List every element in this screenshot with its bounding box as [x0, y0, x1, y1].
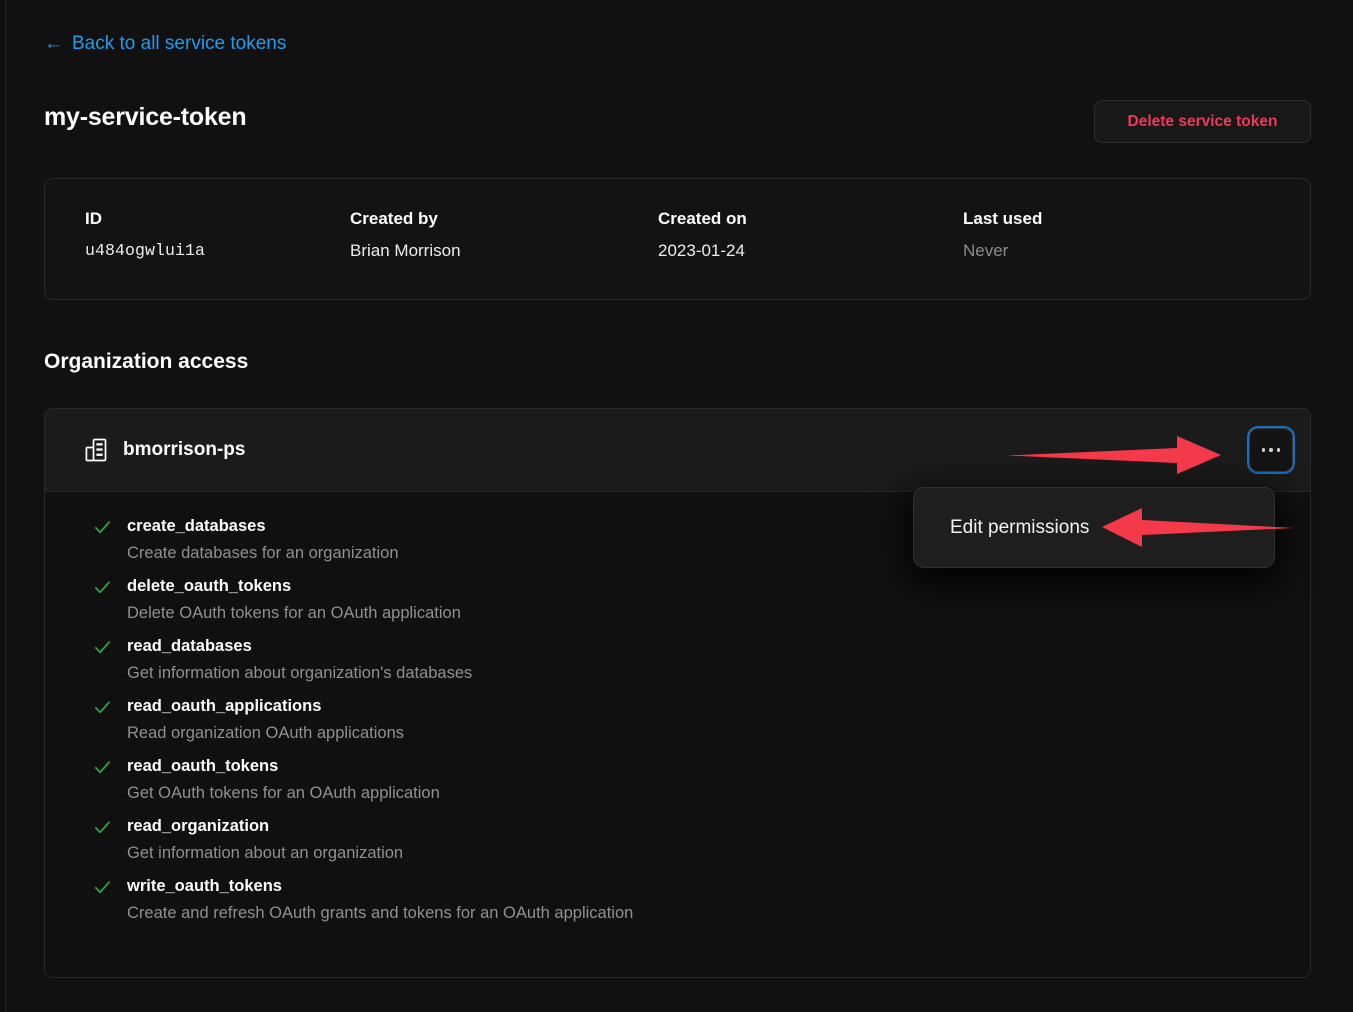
- permission-row: read_oauth_applications Read organization…: [45, 695, 1310, 755]
- page-title: my-service-token: [44, 103, 247, 131]
- more-options-button[interactable]: [1249, 428, 1293, 472]
- permission-row: delete_oauth_tokens Delete OAuth tokens f…: [45, 575, 1310, 635]
- permission-description: Create databases for an organization: [127, 544, 399, 562]
- info-field-created-by: Created by Brian Morrison: [350, 179, 658, 299]
- menu-item-edit-permissions[interactable]: Edit permissions: [914, 518, 1089, 537]
- back-to-all-service-tokens-link[interactable]: ← Back to all service tokens: [44, 34, 286, 53]
- token-info-card: ID u484ogwlui1a Created by Brian Morriso…: [44, 178, 1311, 300]
- permission-description: Get OAuth tokens for an OAuth applicatio…: [127, 784, 440, 802]
- permission-name: write_oauth_tokens: [127, 877, 282, 895]
- permission-description: Read organization OAuth applications: [127, 724, 405, 742]
- more-options-dropdown-menu: Edit permissions: [913, 487, 1275, 568]
- info-label: ID: [85, 209, 102, 228]
- info-label: Created on: [658, 209, 747, 228]
- check-icon: [94, 521, 111, 534]
- check-icon: [94, 641, 111, 654]
- check-icon: [94, 821, 111, 834]
- permission-name: create_databases: [127, 517, 266, 535]
- more-options-icon: [1269, 448, 1273, 452]
- check-icon: [94, 701, 111, 714]
- window-edge-strip: [0, 0, 6, 1012]
- permission-row: read_organization Get information about a…: [45, 815, 1310, 875]
- permission-name: delete_oauth_tokens: [127, 577, 292, 595]
- info-field-last-used: Last used Never: [963, 179, 1263, 299]
- permission-description: Get information about organization's dat…: [127, 664, 473, 682]
- service-token-detail-page: ← Back to all service tokens my-service-…: [0, 0, 1353, 1012]
- info-label: Created by: [350, 209, 438, 228]
- organization-access-heading: Organization access: [44, 350, 249, 373]
- organization-name: bmorrison-ps: [123, 439, 246, 460]
- organization-header-row: bmorrison-ps: [45, 409, 1310, 492]
- more-options-icon: [1276, 448, 1281, 452]
- info-label: Last used: [963, 209, 1043, 228]
- info-value: 2023-01-24: [658, 241, 745, 260]
- permission-name: read_oauth_tokens: [127, 757, 279, 775]
- permission-description: Delete OAuth tokens for an OAuth applica…: [127, 604, 461, 622]
- arrow-left-icon: ←: [44, 33, 63, 54]
- permission-name: read_oauth_applications: [127, 697, 322, 715]
- check-icon: [94, 581, 111, 594]
- check-icon: [94, 881, 111, 894]
- info-value: Brian Morrison: [350, 241, 461, 260]
- check-icon: [94, 761, 111, 774]
- more-options-icon: [1261, 448, 1266, 452]
- delete-service-token-button[interactable]: Delete service token: [1094, 100, 1311, 143]
- permission-description: Create and refresh OAuth grants and toke…: [127, 904, 634, 922]
- info-value: u484ogwlui1a: [85, 241, 206, 260]
- organization-building-icon: [85, 438, 107, 462]
- info-field-id: ID u484ogwlui1a: [45, 179, 350, 299]
- permission-row: read_databases Get information about orga…: [45, 635, 1310, 695]
- page-content: ← Back to all service tokens my-service-…: [7, 0, 1353, 1012]
- permission-row: write_oauth_tokens Create and refresh OAu…: [45, 875, 1310, 935]
- info-value: Never: [963, 241, 1009, 260]
- permission-row: read_oauth_tokens Get OAuth tokens for an…: [45, 755, 1310, 815]
- info-field-created-on: Created on 2023-01-24: [658, 179, 963, 299]
- permission-name: read_databases: [127, 637, 252, 655]
- back-link-label: Back to all service tokens: [72, 33, 287, 54]
- permission-name: read_organization: [127, 817, 270, 835]
- permission-description: Get information about an organization: [127, 844, 404, 862]
